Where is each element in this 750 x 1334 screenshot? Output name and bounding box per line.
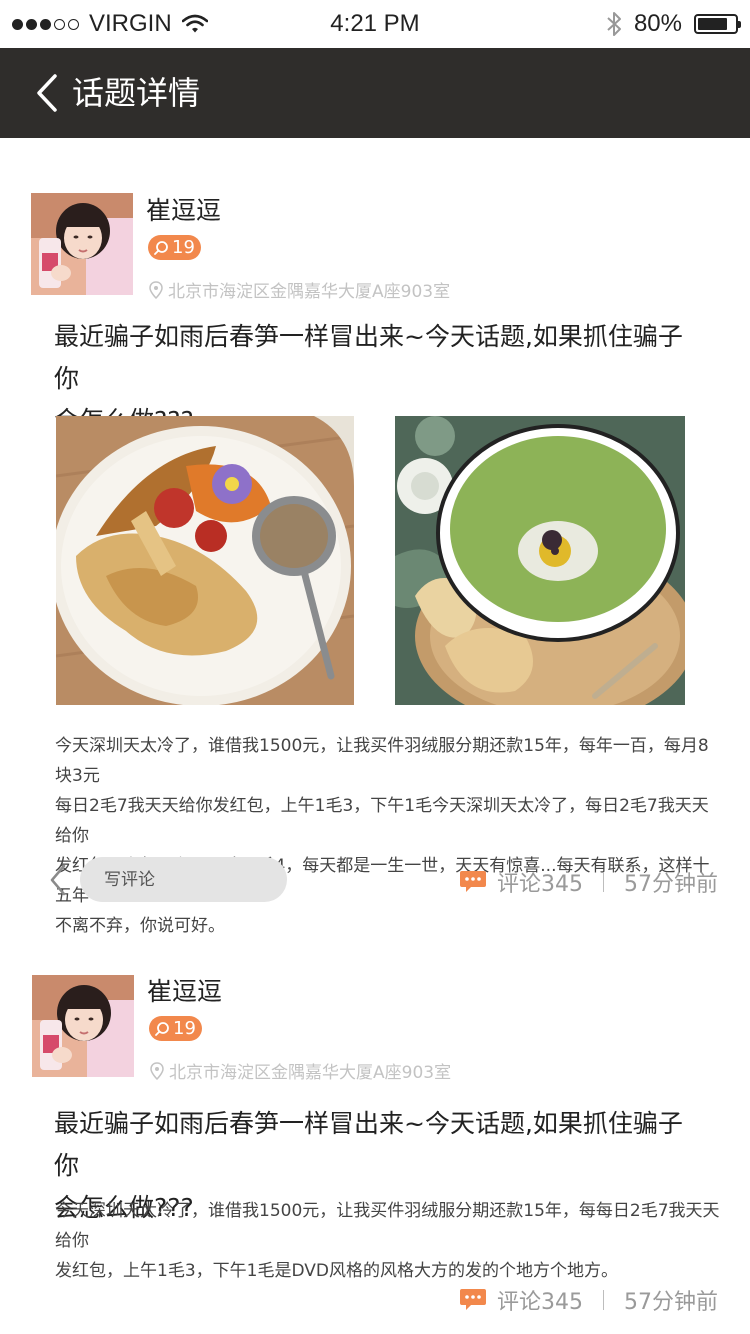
- location-pin-icon: [150, 1061, 164, 1080]
- post-meta: 评论345 57分钟前: [459, 866, 718, 898]
- post-title-line: 最近骗子如雨后春笋一样冒出来~今天话题,如果抓住骗子你: [54, 322, 683, 393]
- badge-count: 19: [172, 237, 195, 258]
- post-body-line: 每日2毛7我天天给你发红包，上午1毛3，下午1毛今天深圳天太冷了，每日2毛7我天…: [55, 796, 709, 846]
- page-title: 话题详情: [72, 74, 201, 112]
- comments-button[interactable]: 评论345: [459, 866, 583, 898]
- badge-count: 19: [173, 1018, 196, 1039]
- avatar[interactable]: [31, 193, 133, 295]
- avatar[interactable]: [32, 975, 134, 1077]
- search-badge-icon: [155, 1021, 169, 1036]
- location-text: 北京市海淀区金隅嘉华大厦A座903室: [168, 282, 451, 302]
- location-text: 北京市海淀区金隅嘉华大厦A座903室: [169, 1063, 452, 1083]
- divider: [603, 872, 604, 892]
- divider: [603, 1290, 604, 1310]
- comments-button[interactable]: 评论345: [459, 1284, 583, 1316]
- back-arrow-icon: [37, 74, 57, 112]
- location-pin-icon: [149, 280, 163, 299]
- bluetooth-icon: [607, 12, 621, 36]
- location: 北京市海淀区金隅嘉华大厦A座903室: [148, 277, 450, 302]
- comment-back-button[interactable]: [48, 860, 76, 900]
- comment-count: 评论345: [497, 1290, 583, 1315]
- username[interactable]: 崔逗逗: [146, 191, 221, 227]
- chevron-left-icon: [50, 864, 66, 896]
- username[interactable]: 崔逗逗: [147, 972, 222, 1008]
- post-body-line: 今天深圳天太冷了，谁借我1500元，让我买件羽绒服分期还款15年，每每日2毛7我…: [55, 1201, 720, 1251]
- comment-input[interactable]: [80, 857, 287, 902]
- post-time: 57分钟前: [624, 872, 718, 897]
- post-time: 57分钟前: [624, 1290, 718, 1315]
- chat-bubble-icon: [460, 1289, 486, 1310]
- topic-count-badge: 19: [148, 235, 201, 260]
- battery-percent: 80%: [633, 10, 682, 37]
- location: 北京市海淀区金隅嘉华大厦A座903室: [149, 1058, 451, 1083]
- post-image-chicken-plate[interactable]: [56, 416, 354, 705]
- post-body: 今天深圳天太冷了，谁借我1500元，让我买件羽绒服分期还款15年，每每日2毛7我…: [55, 1196, 725, 1286]
- battery-icon: [694, 14, 741, 34]
- status-bar: VIRGIN 4:21 PM 80%: [0, 0, 750, 48]
- chat-bubble-icon: [460, 871, 486, 892]
- post-body-line: 发红包，上午1毛3，下午1毛是DVD风格的风格大方的发的个地方个地方。: [55, 1261, 618, 1281]
- post-meta: 评论345 57分钟前: [459, 1284, 718, 1316]
- comment-count: 评论345: [497, 872, 583, 897]
- post-body: 今天深圳天太冷了，谁借我1500元，让我买件羽绒服分期还款15年，每年一百，每月…: [55, 731, 725, 941]
- topic-count-badge: 19: [149, 1016, 202, 1041]
- post-title-line: 最近骗子如雨后春笋一样冒出来~今天话题,如果抓住骗子你: [54, 1109, 683, 1180]
- search-badge-icon: [154, 240, 168, 255]
- nav-bar: 话题详情: [0, 48, 750, 138]
- post-image-green-soup[interactable]: [395, 416, 685, 705]
- back-button[interactable]: [20, 66, 74, 120]
- post-body-line: 不离不弃，你说可好。: [55, 916, 225, 936]
- post-body-line: 今天深圳天太冷了，谁借我1500元，让我买件羽绒服分期还款15年，每年一百，每月…: [55, 736, 709, 786]
